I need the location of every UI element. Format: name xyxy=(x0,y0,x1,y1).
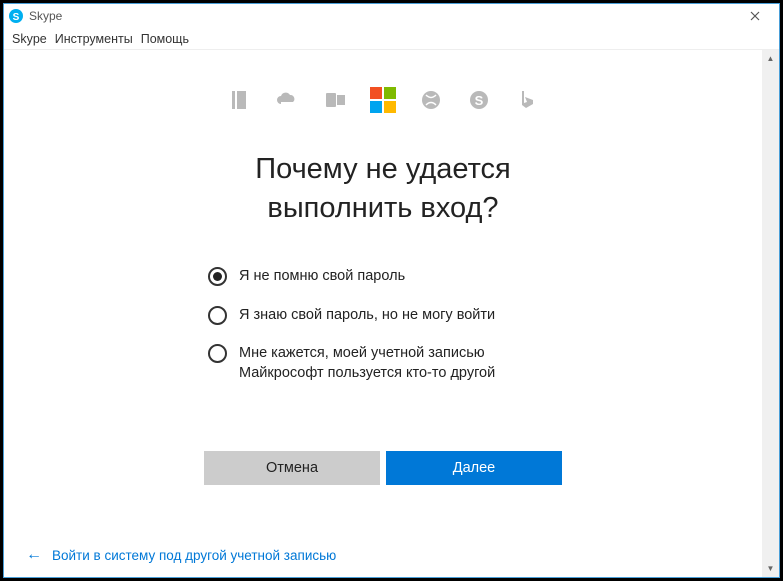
next-button[interactable]: Далее xyxy=(386,451,562,485)
scroll-down-arrow-icon[interactable]: ▼ xyxy=(762,560,779,577)
heading-line2: выполнить вход? xyxy=(267,192,498,224)
arrow-left-icon: ← xyxy=(26,547,42,563)
other-account-link[interactable]: ← Войти в систему под другой учетной зап… xyxy=(26,547,336,563)
microsoft-icon xyxy=(371,88,395,112)
vertical-scrollbar[interactable]: ▲ ▼ xyxy=(762,50,779,577)
office-icon xyxy=(227,88,251,112)
option-someone-else-using[interactable]: Мне кажется, моей учетной записью Майкро… xyxy=(208,343,558,384)
option-label: Я знаю свой пароль, но не могу войти xyxy=(239,305,495,325)
close-button[interactable] xyxy=(735,6,775,26)
svg-text:S: S xyxy=(13,12,20,23)
close-icon xyxy=(750,11,760,21)
menu-help[interactable]: Помощь xyxy=(141,32,189,46)
option-label: Я не помню свой пароль xyxy=(239,266,405,286)
content: S Почему не удается выполнить вход? Я не… xyxy=(4,50,762,577)
xbox-icon xyxy=(419,88,443,112)
skype-icon: S xyxy=(467,88,491,112)
radio-icon xyxy=(208,344,227,363)
scroll-up-arrow-icon[interactable]: ▲ xyxy=(762,50,779,67)
radio-icon xyxy=(208,306,227,325)
radio-icon xyxy=(208,267,227,286)
titlebar: S Skype xyxy=(4,4,779,28)
page-heading: Почему не удается выполнить вход? xyxy=(255,150,511,228)
menu-tools[interactable]: Инструменты xyxy=(55,32,133,46)
bing-icon xyxy=(515,88,539,112)
window-title: Skype xyxy=(29,9,735,23)
button-row: Отмена Далее xyxy=(204,451,562,485)
option-forgot-password[interactable]: Я не помню свой пароль xyxy=(208,266,558,286)
svg-text:S: S xyxy=(475,93,484,108)
outlook-icon xyxy=(323,88,347,112)
content-wrap: S Почему не удается выполнить вход? Я не… xyxy=(4,50,779,577)
heading-line1: Почему не удается xyxy=(255,153,511,185)
option-label: Мне кажется, моей учетной записью Майкро… xyxy=(239,343,558,384)
onedrive-icon xyxy=(275,88,299,112)
options-group: Я не помню свой пароль Я знаю свой парол… xyxy=(208,266,558,401)
other-account-label: Войти в систему под другой учетной запис… xyxy=(52,548,336,563)
skype-window: S Skype Skype Инструменты Помощь xyxy=(3,3,780,578)
menubar: Skype Инструменты Помощь xyxy=(4,28,779,50)
cancel-button[interactable]: Отмена xyxy=(204,451,380,485)
brand-icons-row: S xyxy=(227,80,539,120)
skype-app-icon: S xyxy=(8,8,24,24)
option-know-password-cant-login[interactable]: Я знаю свой пароль, но не могу войти xyxy=(208,305,558,325)
menu-skype[interactable]: Skype xyxy=(12,32,47,46)
